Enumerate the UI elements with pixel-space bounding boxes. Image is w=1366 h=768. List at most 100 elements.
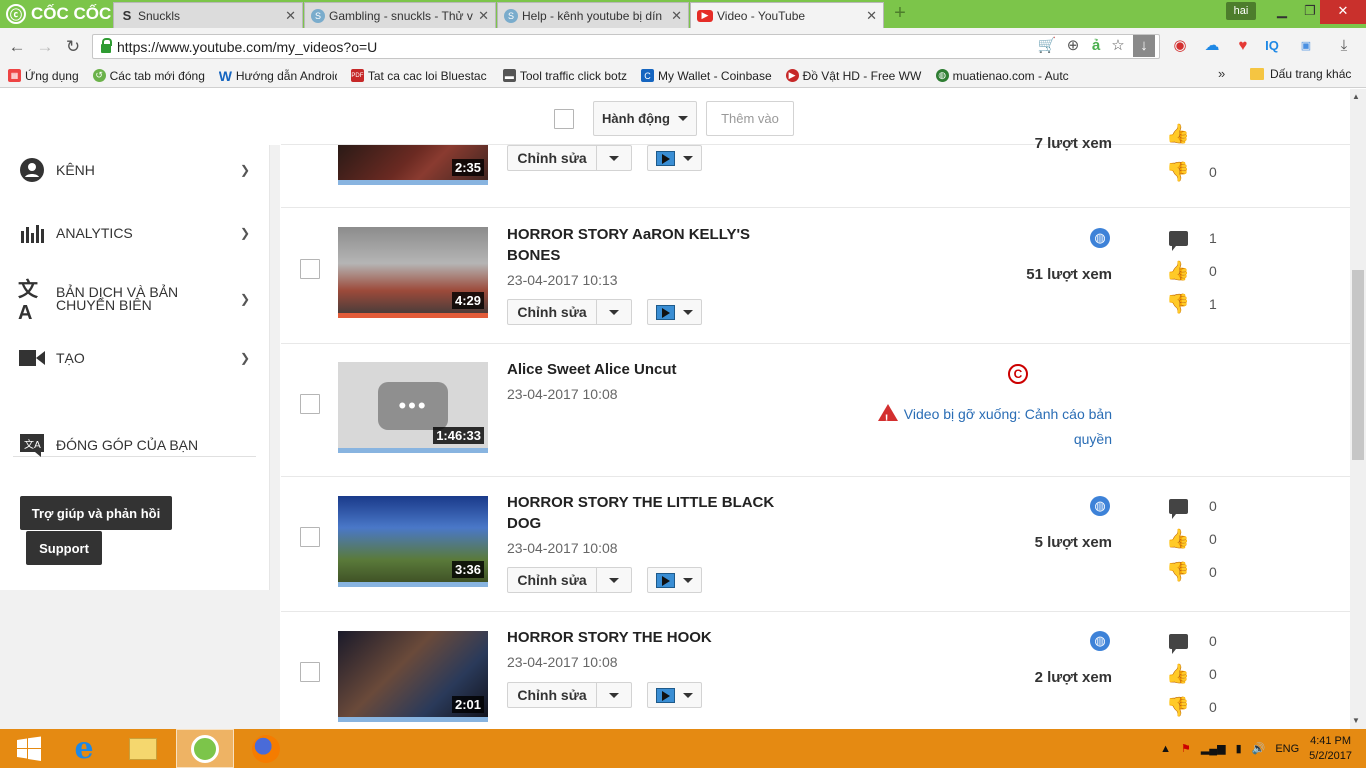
scroll-down-icon[interactable]: ▼	[1352, 716, 1360, 725]
bookmark-bluestacks[interactable]: PDF Tat ca cac loi Bluestac	[350, 69, 489, 83]
promote-button[interactable]	[647, 567, 702, 593]
bookmark-do-vat-hd[interactable]: ▶ Đồ Vật HD - Free WW	[785, 69, 922, 83]
bookmark-tool-traffic[interactable]: ▬ Tool traffic click botz	[502, 69, 627, 83]
heart-icon[interactable]: ♥	[1233, 35, 1253, 57]
close-tab-icon[interactable]: ✕	[866, 8, 877, 24]
bookmark-apps[interactable]: ▦ Ứng dụng	[8, 69, 79, 83]
video-checkbox[interactable]	[300, 259, 320, 279]
bookmark-android[interactable]: WHướng dẫn Android.cl	[219, 69, 337, 83]
dislike-count: 👎 0	[1166, 562, 1217, 583]
bookmark-coinbase[interactable]: C My Wallet - Coinbase	[641, 69, 772, 83]
scroll-up-icon[interactable]: ▲	[1352, 92, 1360, 101]
sidebar-item-channel[interactable]: KÊNH ❯	[18, 155, 253, 185]
like-count: 👍 0	[1166, 261, 1217, 282]
video-row: ••• 1:46:33 Alice Sweet Alice Uncut 23-0…	[281, 344, 1350, 477]
video-title[interactable]: Alice Sweet Alice Uncut	[507, 359, 797, 380]
close-window-button[interactable]: ✕	[1320, 0, 1366, 24]
coccoc-logo[interactable]: ⓒ CỐC CỐC	[0, 0, 112, 28]
close-tab-icon[interactable]: ✕	[478, 8, 489, 24]
video-title[interactable]: HORROR STORY THE LITTLE BLACK DOG	[507, 492, 797, 534]
tab-snuckls[interactable]: S Snuckls ✕	[113, 2, 303, 28]
video-thumbnail[interactable]: 4:29	[338, 227, 488, 318]
promote-button[interactable]	[647, 299, 702, 325]
other-bookmarks[interactable]: Dấu trang khác	[1250, 67, 1351, 81]
forward-icon[interactable]: →	[34, 36, 56, 58]
copyright-warning[interactable]: Video bị gỡ xuống: Cảnh cáo bản quyền	[852, 402, 1112, 452]
firefox-icon[interactable]	[237, 729, 295, 768]
iq-icon[interactable]: IQ	[1262, 35, 1282, 57]
language-indicator[interactable]: ENG	[1275, 743, 1299, 755]
sidebar-item-create[interactable]: TẠO ❯	[18, 343, 253, 373]
video-thumbnail[interactable]: 3:36	[338, 496, 488, 587]
video-thumbnail[interactable]: 2:01	[338, 631, 488, 722]
zoom-icon[interactable]: ⊕	[1063, 35, 1083, 57]
more-bookmarks-icon[interactable]: »	[1218, 66, 1225, 81]
internet-explorer-icon[interactable]: e	[55, 729, 113, 768]
network-signal-icon[interactable]: ▂▄▆	[1201, 742, 1226, 755]
video-thumbnail[interactable]: ••• 1:46:33	[338, 362, 488, 453]
shopping-cart-icon[interactable]: 🛒	[1037, 35, 1057, 57]
video-checkbox[interactable]	[300, 662, 320, 682]
thumbs-up-icon: 👍	[1166, 529, 1190, 550]
video-row: 3:36 HORROR STORY THE LITTLE BLACK DOG 2…	[281, 477, 1350, 612]
caret-down-icon	[677, 116, 688, 121]
vietnamese-input-icon[interactable]: ả	[1086, 35, 1106, 57]
battery-icon[interactable]: ▮	[1236, 742, 1242, 755]
file-explorer-icon[interactable]	[114, 729, 172, 768]
close-tab-icon[interactable]: ✕	[285, 8, 296, 24]
tab-video-youtube[interactable]: ▶ Video - YouTube ✕	[690, 2, 884, 28]
tab-gambling[interactable]: S Gambling - snuckls - Thử v ✕	[304, 2, 496, 28]
start-button[interactable]	[0, 729, 58, 768]
edit-button-group[interactable]: Chỉnh sửa	[507, 682, 632, 708]
coccoc-taskbar-icon[interactable]	[176, 729, 234, 768]
system-tray: ▲ ⚑ ▂▄▆ ▮ 🔊 ENG 4:41 PM 5/2/2017	[1160, 729, 1366, 768]
back-icon[interactable]: ←	[6, 36, 28, 58]
video-title[interactable]: HORROR STORY AaRON KELLY'S BONES	[507, 224, 797, 266]
caret-down-icon[interactable]	[597, 300, 631, 324]
content-gutter	[270, 145, 280, 729]
clock[interactable]: 4:41 PM 5/2/2017	[1309, 734, 1352, 764]
user-profile-button[interactable]: hai	[1226, 2, 1256, 20]
bookmark-recent-tabs[interactable]: ↺ Các tab mới đóng	[92, 69, 205, 83]
support-button[interactable]: Support	[26, 531, 102, 565]
video-checkbox[interactable]	[300, 527, 320, 547]
action-dropdown[interactable]: Hành động	[593, 101, 697, 136]
caret-down-icon[interactable]	[597, 683, 631, 707]
volume-icon[interactable]: 🔊	[1252, 742, 1266, 755]
video-thumbnail[interactable]: 2:35	[338, 145, 488, 185]
caret-down-icon[interactable]	[597, 568, 631, 592]
address-bar[interactable]: https://www.youtube.com/my_videos?o=U	[92, 34, 1160, 59]
video-title[interactable]: HORROR STORY THE HOOK	[507, 627, 797, 648]
comment-count: 0	[1167, 630, 1237, 654]
extension-icon[interactable]: ▣	[1296, 35, 1316, 57]
help-feedback-button[interactable]: Trợ giúp và phản hồi	[20, 496, 172, 530]
edit-button-group[interactable]: Chỉnh sửa	[507, 567, 632, 593]
video-date: 23-04-2017 10:08	[507, 654, 618, 670]
caret-down-icon[interactable]	[597, 146, 631, 170]
cloud-icon[interactable]: ☁	[1202, 35, 1222, 57]
video-checkbox[interactable]	[300, 394, 320, 414]
tray-expand-icon[interactable]: ▲	[1160, 743, 1171, 755]
sidebar-item-translations[interactable]: 文A BẢN DỊCH VÀ BẢN CHUYỂN BIÊN ❯	[18, 279, 253, 324]
add-to-button[interactable]: Thêm vào	[706, 101, 794, 136]
reload-icon[interactable]: ↻	[62, 36, 84, 58]
edit-button-group[interactable]: Chỉnh sửa	[507, 145, 632, 171]
scrollbar-thumb[interactable]	[1352, 270, 1364, 460]
select-all-checkbox[interactable]	[554, 109, 574, 129]
edit-button-group[interactable]: Chỉnh sửa	[507, 299, 632, 325]
video-row: 4:29 HORROR STORY AaRON KELLY'S BONES 23…	[281, 209, 1350, 344]
promote-button[interactable]	[647, 682, 702, 708]
download-menu-icon[interactable]: ⤓	[1334, 35, 1354, 57]
security-alert-icon[interactable]: ⚑	[1181, 742, 1191, 755]
download-icon[interactable]: ↓	[1133, 35, 1155, 57]
close-tab-icon[interactable]: ✕	[671, 8, 682, 24]
bookmark-muatienao[interactable]: ◍ muatienao.com - Autc	[935, 69, 1086, 83]
extension-adblock-icon[interactable]: ◉	[1170, 35, 1190, 57]
new-tab-button[interactable]: +	[888, 2, 912, 26]
tab-help[interactable]: S Help - kênh youtube bị dín ✕	[497, 2, 689, 28]
star-bookmark-icon[interactable]: ☆	[1108, 35, 1128, 57]
promote-button[interactable]	[647, 145, 702, 171]
sidebar-item-contributions[interactable]: 文A ĐÓNG GÓP CỦA BẠN	[18, 430, 253, 460]
copyright-icon: C	[1008, 364, 1028, 384]
sidebar-item-analytics[interactable]: ANALYTICS ❯	[18, 218, 253, 248]
